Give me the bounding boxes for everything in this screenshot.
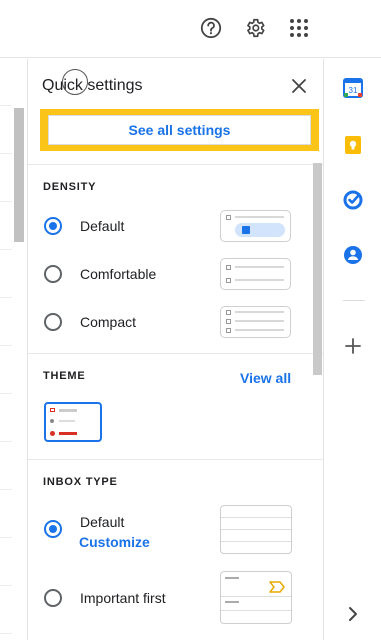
preview-line [225, 577, 239, 579]
list-divider [0, 201, 12, 202]
view-all-themes-link[interactable]: View all [240, 370, 291, 386]
preview-line [221, 541, 291, 542]
preview-line [225, 601, 239, 603]
calendar-day-text: 31 [349, 86, 358, 95]
preview-line [221, 529, 291, 530]
list-divider [0, 249, 12, 250]
inbox-option-label: Important first [80, 590, 166, 606]
density-option-compact[interactable]: Compact [44, 313, 136, 331]
important-marker-icon [269, 581, 285, 593]
density-option-default[interactable]: Default [44, 217, 124, 235]
divider [28, 353, 323, 354]
density-option-label: Compact [80, 314, 137, 330]
side-panel-divider [343, 300, 365, 301]
preview-line [235, 216, 284, 218]
inbox-default-preview [220, 505, 292, 554]
cursor-indicator [62, 69, 88, 95]
chevron-right-icon[interactable] [347, 606, 367, 626]
radio-unselected[interactable] [44, 589, 62, 607]
radio-selected[interactable] [44, 217, 62, 235]
list-divider [0, 537, 12, 538]
preview-dot [50, 419, 54, 423]
density-section-label: DENSITY [43, 181, 97, 193]
preview-line [221, 517, 291, 518]
preview-checkbox [226, 215, 231, 220]
preview-line [221, 596, 291, 597]
inbox-option-label: Default [80, 514, 125, 530]
list-divider [0, 153, 12, 154]
quick-settings-scrollbar[interactable] [313, 163, 322, 375]
keep-icon[interactable] [343, 135, 363, 155]
quick-settings-panel: Quick settings See all settings DENSITY … [27, 59, 324, 640]
preview-line [221, 610, 291, 611]
doc-icon [242, 226, 250, 234]
customize-link[interactable]: Customize [79, 534, 150, 550]
density-option-comfortable[interactable]: Comfortable [44, 265, 156, 283]
preview-line [59, 432, 77, 435]
theme-section-label: THEME [43, 370, 86, 382]
preview-checkbox [226, 265, 231, 270]
avatar[interactable] [330, 8, 374, 52]
see-all-highlight: See all settings [40, 109, 319, 151]
radio-selected[interactable] [44, 520, 62, 538]
apps-icon[interactable] [286, 15, 312, 41]
list-divider [0, 297, 12, 298]
divider [28, 164, 323, 165]
radio-unselected[interactable] [44, 265, 62, 283]
side-panel: 31 [325, 59, 381, 640]
theme-preview[interactable] [44, 402, 102, 442]
help-icon[interactable] [198, 15, 224, 41]
preview-line [235, 279, 284, 281]
tasks-icon[interactable] [343, 190, 363, 210]
list-divider [0, 441, 12, 442]
inbox-option-important-first[interactable]: Important first [44, 589, 166, 607]
gear-icon[interactable] [242, 15, 268, 41]
density-default-preview [220, 210, 291, 242]
density-compact-preview [220, 306, 291, 338]
contacts-icon[interactable] [343, 245, 363, 265]
density-option-label: Default [80, 218, 125, 234]
see-all-settings-button[interactable]: See all settings [48, 115, 311, 145]
inbox-important-first-preview [220, 571, 292, 624]
preview-line [235, 320, 284, 322]
calendar-icon[interactable]: 31 [343, 78, 363, 98]
list-divider [0, 633, 12, 634]
gmail-logo-icon [50, 408, 55, 412]
preview-line [59, 409, 77, 412]
preview-line [235, 329, 284, 331]
divider [28, 459, 323, 460]
preview-line [235, 266, 284, 268]
radio-unselected[interactable] [44, 313, 62, 331]
close-icon[interactable] [290, 77, 308, 95]
list-divider [0, 489, 12, 490]
preview-checkbox [226, 278, 231, 283]
mail-list-scrollbar[interactable] [14, 108, 24, 242]
density-comfortable-preview [220, 258, 291, 290]
list-divider [0, 105, 12, 106]
preview-dot [50, 431, 55, 436]
inbox-type-section-label: INBOX TYPE [43, 476, 118, 488]
plus-icon[interactable] [343, 336, 363, 356]
quick-settings-title: Quick settings [42, 77, 143, 94]
preview-line [235, 311, 284, 313]
list-divider [0, 393, 12, 394]
list-divider [0, 585, 12, 586]
preview-checkbox [226, 328, 231, 333]
list-divider [0, 345, 12, 346]
preview-line [59, 420, 75, 422]
preview-checkbox [226, 319, 231, 324]
density-option-label: Comfortable [80, 266, 157, 282]
preview-checkbox [226, 310, 231, 315]
top-app-bar [0, 0, 381, 58]
